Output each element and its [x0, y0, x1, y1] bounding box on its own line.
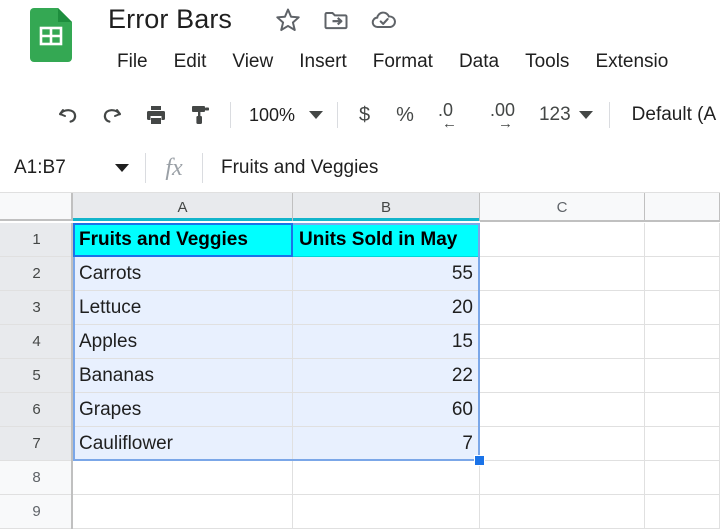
cell-c5[interactable]: [480, 359, 645, 393]
chevron-down-icon: [578, 111, 593, 119]
toolbar-divider: [608, 102, 610, 128]
menu-item-edit[interactable]: Edit: [161, 47, 220, 77]
spreadsheet-grid: A B C 1 2 3 4 5 6 7 8 9 Fruits and Veggi…: [0, 193, 720, 529]
formula-bar: A1:B7 fx Fruits and Veggies: [0, 144, 720, 193]
google-sheets-logo[interactable]: [30, 8, 72, 62]
decrease-decimal-button[interactable]: .0 ←: [438, 100, 468, 132]
column-header-c[interactable]: C: [480, 193, 645, 221]
column-header-underline: [480, 220, 720, 222]
document-title[interactable]: Error Bars: [108, 0, 232, 38]
cell-d3[interactable]: [645, 291, 720, 325]
move-to-folder-icon[interactable]: [322, 6, 350, 34]
menu-item-extensions[interactable]: Extensio: [582, 47, 681, 77]
row-header-1[interactable]: 1: [0, 223, 73, 257]
increase-decimal-button[interactable]: .00 →: [490, 100, 520, 132]
cell-a3[interactable]: Lettuce: [73, 291, 293, 325]
cell-d6[interactable]: [645, 393, 720, 427]
fx-icon[interactable]: fx: [146, 155, 202, 182]
cell-c9[interactable]: [480, 495, 645, 529]
cell-a5[interactable]: Bananas: [73, 359, 293, 393]
print-icon[interactable]: [143, 102, 169, 128]
toolbar-divider: [337, 102, 339, 128]
cell-b2[interactable]: 55: [293, 257, 480, 291]
cell-b1[interactable]: Units Sold in May: [293, 223, 480, 257]
row-header-2[interactable]: 2: [0, 257, 73, 291]
chevron-down-icon[interactable]: [115, 164, 129, 172]
cell-b3[interactable]: 20: [293, 291, 480, 325]
row-header-3[interactable]: 3: [0, 291, 73, 325]
select-all-corner[interactable]: [0, 193, 73, 221]
undo-icon[interactable]: [55, 102, 81, 128]
cell-c4[interactable]: [480, 325, 645, 359]
zoom-value: 100%: [249, 104, 296, 125]
fx-glyph: fx: [165, 154, 183, 181]
currency-format-button[interactable]: $: [359, 104, 370, 127]
cloud-saved-icon[interactable]: [370, 6, 398, 34]
cell-c2[interactable]: [480, 257, 645, 291]
row-header-9[interactable]: 9: [0, 495, 73, 529]
arrow-left-icon: ←: [441, 115, 457, 132]
row-header-4[interactable]: 4: [0, 325, 73, 359]
row-header-8[interactable]: 8: [0, 461, 73, 495]
cell-c8[interactable]: [480, 461, 645, 495]
column-header-b[interactable]: B: [293, 193, 480, 221]
paint-format-icon[interactable]: [187, 102, 213, 128]
cell-d1[interactable]: [645, 223, 720, 257]
row-header-5[interactable]: 5: [0, 359, 73, 393]
arrow-right-icon: →: [497, 115, 513, 132]
percent-format-button[interactable]: %: [396, 104, 414, 127]
menu-bar: File Edit View Insert Format Data Tools …: [108, 45, 681, 79]
font-family-dropdown[interactable]: Default (A: [632, 104, 716, 126]
cell-a9[interactable]: [73, 495, 293, 529]
cell-b8[interactable]: [293, 461, 480, 495]
cell-b5[interactable]: 22: [293, 359, 480, 393]
menu-item-insert[interactable]: Insert: [286, 47, 360, 77]
menu-item-data[interactable]: Data: [446, 47, 512, 77]
title-bar: Error Bars File Edit View Insert Format …: [0, 0, 720, 86]
toolbar-divider: [230, 102, 231, 128]
cell-a6[interactable]: Grapes: [73, 393, 293, 427]
redo-icon[interactable]: [99, 102, 125, 128]
cell-a8[interactable]: [73, 461, 293, 495]
chevron-down-icon: [309, 111, 324, 119]
name-box[interactable]: A1:B7: [0, 144, 145, 192]
cell-b7[interactable]: 7: [293, 427, 480, 461]
zoom-control[interactable]: 100%: [245, 104, 324, 126]
cell-a2[interactable]: Carrots: [73, 257, 293, 291]
cell-b9[interactable]: [293, 495, 480, 529]
cell-d7[interactable]: [645, 427, 720, 461]
number-format-label: 123: [538, 104, 571, 125]
name-box-value: A1:B7: [14, 157, 66, 178]
cell-d5[interactable]: [645, 359, 720, 393]
cell-c6[interactable]: [480, 393, 645, 427]
menu-item-view[interactable]: View: [219, 47, 286, 77]
cell-a4[interactable]: Apples: [73, 325, 293, 359]
cell-c3[interactable]: [480, 291, 645, 325]
menu-item-format[interactable]: Format: [360, 47, 446, 77]
row-header-6[interactable]: 6: [0, 393, 73, 427]
cell-d4[interactable]: [645, 325, 720, 359]
toolbar: 100% $ % .0 ← .00 → 123 Default (A: [0, 86, 720, 144]
column-header-a[interactable]: A: [73, 193, 293, 221]
number-format-dropdown[interactable]: 123: [539, 104, 593, 126]
cell-d8[interactable]: [645, 461, 720, 495]
cell-d2[interactable]: [645, 257, 720, 291]
cell-b6[interactable]: 60: [293, 393, 480, 427]
formula-input[interactable]: Fruits and Veggies: [203, 157, 720, 179]
star-icon[interactable]: [274, 6, 302, 34]
menu-item-tools[interactable]: Tools: [512, 47, 582, 77]
cell-a1[interactable]: Fruits and Veggies: [73, 223, 293, 257]
row-header-7[interactable]: 7: [0, 427, 73, 461]
fill-handle[interactable]: [474, 455, 485, 466]
cell-c1[interactable]: [480, 223, 645, 257]
cell-b4[interactable]: 15: [293, 325, 480, 359]
cell-c7[interactable]: [480, 427, 645, 461]
column-header-d[interactable]: [645, 193, 720, 221]
menu-item-file[interactable]: File: [108, 47, 161, 77]
cell-a7[interactable]: Cauliflower: [73, 427, 293, 461]
cell-d9[interactable]: [645, 495, 720, 529]
